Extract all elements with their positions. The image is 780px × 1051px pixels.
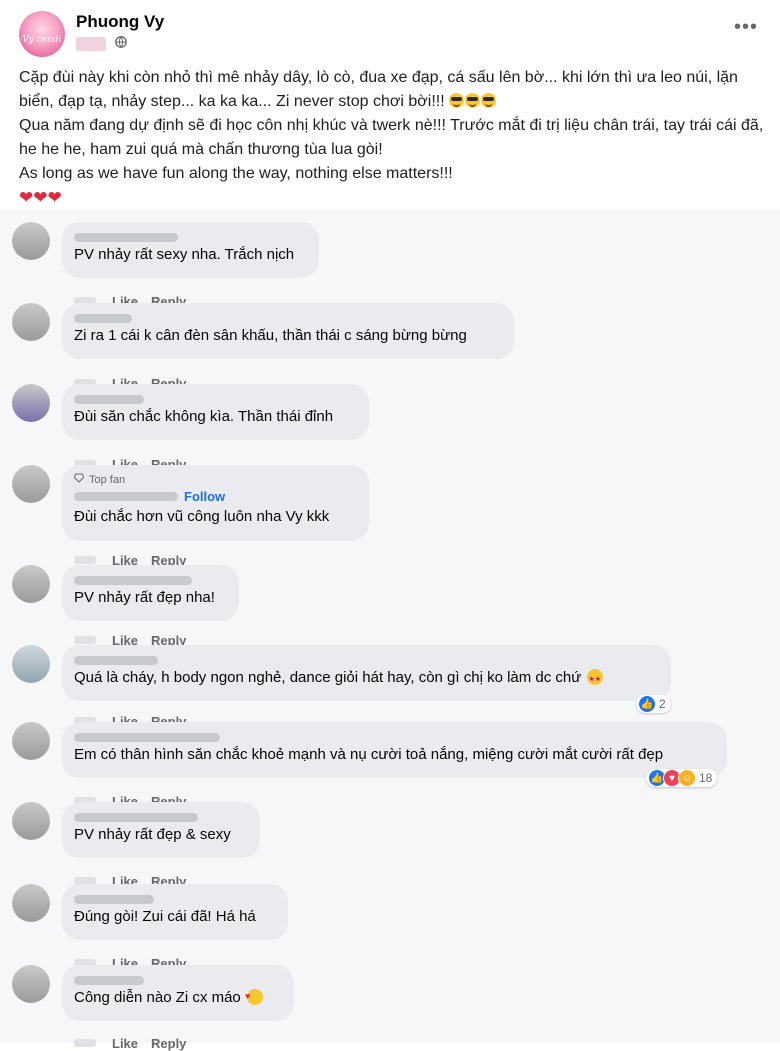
commenter-name[interactable] [74, 573, 227, 588]
comment-bubble: PV nhảy rất đẹp nha! [62, 565, 239, 621]
comment-text: Đùi săn chắc không kìa. Thần thái đỉnh [74, 408, 334, 425]
post-header: Vy cendi Phuong Vy ••• [0, 0, 780, 60]
post-body: Cặp đùi này khi còn nhỏ thì mê nhảy dây,… [19, 66, 769, 210]
comment-text: Em có thân hình săn chắc khoẻ mạnh và nụ… [74, 746, 664, 763]
comment-bubble: Công diễn nào Zi cx máo [62, 965, 294, 1021]
comment-actions: Like Reply [74, 1035, 186, 1051]
reply-button[interactable]: Reply [151, 1036, 186, 1051]
smiling-face-with-hearts-emoji-icon [245, 986, 263, 1006]
globe-icon [115, 35, 128, 53]
comment-text: PV nhảy rất sexy nha. Trắch nịch [74, 246, 295, 263]
comment-bubble: Top fan Follow Đùi chắc hơn vũ công luôn… [62, 465, 369, 541]
post-paragraph-2: Qua năm đang dự định sẽ đi học côn nhị k… [19, 117, 764, 158]
comment-text: Đúng gòi! Zui cái đã! Há há [74, 908, 256, 925]
commenter-name[interactable] [74, 810, 248, 825]
reaction-count[interactable]: 👍 ♥ ☺ 18 [646, 769, 718, 787]
comment-bubble: PV nhảy rất đẹp & sexy [62, 802, 260, 858]
comment-bubble: Em có thân hình săn chắc khoẻ mạnh và nụ… [62, 722, 727, 778]
commenter-name[interactable] [74, 653, 659, 668]
commenter-avatar[interactable] [12, 722, 50, 760]
commenter-name[interactable] [74, 973, 282, 988]
top-fan-badge: Top fan [73, 472, 357, 487]
comment-bubble: Đùi săn chắc không kìa. Thần thái đỉnh [62, 384, 369, 440]
commenter-avatar[interactable] [12, 802, 50, 840]
commenter-name[interactable] [74, 311, 502, 326]
comment-text: PV nhảy rất đẹp & sexy [74, 826, 231, 843]
more-horizontal-icon[interactable]: ••• [734, 16, 758, 39]
diamond-icon [73, 473, 85, 486]
author-avatar[interactable]: Vy cendi [19, 11, 65, 57]
comments-section: PV nhảy rất sexy nha. Trắch nịch Like Re… [0, 209, 780, 1051]
follow-button[interactable]: Follow [184, 489, 225, 504]
post-paragraph-3: As long as we have fun along the way, no… [19, 165, 453, 182]
commenter-avatar[interactable] [12, 303, 50, 341]
commenter-name[interactable]: Follow [74, 489, 357, 504]
commenter-avatar[interactable] [12, 222, 50, 260]
commenter-name[interactable] [74, 892, 276, 907]
commenter-name[interactable] [74, 730, 715, 745]
commenter-name[interactable] [74, 392, 357, 407]
commenter-avatar[interactable] [12, 384, 50, 422]
comment-bubble: Quá là cháy, h body ngon nghẻ, dance giỏ… [62, 645, 671, 701]
comment-bubble: Zi ra 1 cái k cân đèn sân khấu, thần thá… [62, 303, 514, 359]
commenter-avatar[interactable] [12, 645, 50, 683]
author-name[interactable]: Phuong Vy [76, 12, 164, 32]
sunglasses-emoji-icon [449, 93, 497, 110]
comment-text: Công diễn nào Zi cx máo [74, 986, 282, 1008]
comment-text: Zi ra 1 cái k cân đèn sân khấu, thần thá… [74, 327, 467, 344]
post-paragraph-1: Cặp đùi này khi còn nhỏ thì mê nhảy dây,… [19, 69, 738, 110]
comment-text: PV nhảy rất đẹp nha! [74, 589, 215, 606]
care-reaction-icon: ☺ [678, 769, 696, 787]
avatar-brand: Vy cendi [22, 35, 62, 45]
like-button[interactable]: Like [112, 1036, 138, 1051]
comment-timestamp[interactable] [74, 556, 96, 564]
comment-bubble: Đúng gòi! Zui cái đã! Há há [62, 884, 288, 940]
comment-timestamp[interactable] [74, 1039, 96, 1047]
commenter-avatar[interactable] [12, 965, 50, 1003]
comment-text: Đùi chắc hơn vũ công luôn nha Vy kkk [74, 508, 330, 525]
commenter-avatar[interactable] [12, 565, 50, 603]
commenter-avatar[interactable] [12, 884, 50, 922]
like-reaction-icon: 👍 [638, 695, 656, 713]
comment-bubble: PV nhảy rất sexy nha. Trắch nịch [62, 222, 319, 278]
star-struck-emoji-icon [587, 669, 604, 690]
hearts-emoji-icon: ❤❤❤ [19, 188, 62, 207]
post-meta [76, 35, 128, 53]
comment-timestamp[interactable] [74, 636, 96, 644]
post-timestamp[interactable] [76, 37, 106, 51]
commenter-avatar[interactable] [12, 465, 50, 503]
reaction-count[interactable]: 👍 2 [636, 695, 671, 713]
comment-text: Quá là cháy, h body ngon nghẻ, dance giỏ… [74, 668, 659, 690]
commenter-name[interactable] [74, 230, 307, 245]
